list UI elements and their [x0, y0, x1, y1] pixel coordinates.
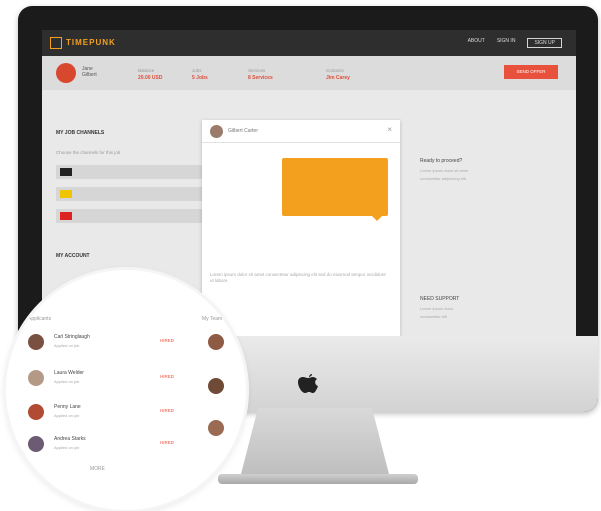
profile-name: Jane Gilbert [82, 66, 97, 78]
hire-tag[interactable]: HIRED [160, 338, 174, 343]
avatar[interactable] [56, 63, 76, 83]
team-avatar[interactable] [208, 420, 224, 436]
applicants-header: Applicants [28, 316, 52, 322]
applicant-name: Penny Lane [54, 404, 81, 410]
right-panel: Ready to proceed? Lorem ipsum dolor sit … [420, 158, 560, 184]
app-name: TIMEPUNK [66, 38, 116, 48]
chat-modal: Gilbert Carter × Lorem ipsum dolor sit a… [202, 120, 400, 336]
imac-stand [240, 408, 390, 478]
close-icon[interactable]: × [387, 125, 392, 134]
applicant-status: Applied on job [54, 343, 80, 348]
applicant-status: Applied on job [54, 379, 80, 384]
chat-header: Gilbert Carter × [202, 120, 400, 143]
nav-signup-button[interactable]: SIGN UP [527, 38, 562, 48]
hire-tag[interactable]: HIRED [160, 408, 174, 413]
team-avatar[interactable] [208, 334, 224, 350]
hire-tag[interactable]: HIRED [160, 440, 174, 445]
stat-contacts: Contacts Jim Carey [326, 68, 350, 81]
proceed-title: Ready to proceed? [420, 158, 463, 164]
nav-links: ABOUT SIGN IN SIGN UP [468, 38, 562, 48]
nav-about[interactable]: ABOUT [468, 38, 485, 48]
team-avatar[interactable] [208, 378, 224, 394]
avatar [28, 370, 44, 386]
logo-icon [50, 37, 62, 49]
adidas-logo-icon [60, 168, 72, 176]
nav-signin[interactable]: SIGN IN [497, 38, 516, 48]
message-bubble [282, 158, 388, 221]
applicant-status: Applied on job [54, 445, 80, 450]
support-title: NEED SUPPORT [420, 296, 460, 302]
more-link[interactable]: MORE [90, 466, 105, 472]
support-line: Lorem ipsum dolor [420, 306, 454, 311]
avatar [28, 404, 44, 420]
avatar [28, 334, 44, 350]
support-panel: NEED SUPPORT Lorem ipsum dolor consectet… [420, 296, 560, 322]
hire-tag[interactable]: HIRED [160, 374, 174, 379]
top-navbar: TIMEPUNK ABOUT SIGN IN SIGN UP [42, 30, 576, 56]
brand-logo-icon [60, 190, 72, 198]
list-item[interactable]: Penny Lane Applied on job HIRED [28, 400, 228, 430]
stat-services: Services 8 Services [248, 68, 273, 81]
apple-logo-icon [298, 374, 318, 393]
send-offer-button[interactable]: SEND OFFER [504, 65, 558, 79]
applicant-name: Laura Welder [54, 370, 84, 376]
stat-balance: Balance 20.00 USD [138, 68, 163, 81]
team-header: My Team [202, 316, 223, 322]
avatar [28, 436, 44, 452]
message-text: Lorem ipsum dolor sit amet consectetur a… [210, 272, 386, 283]
profile-bar: Jane Gilbert Balance 20.00 USD Jobs 5 Jobs … [42, 56, 576, 90]
applicant-name: Andrea Starks [54, 436, 86, 442]
magnified-list: Applicants My Team Carl Stringlaugh Appl… [6, 270, 246, 510]
support-line: consectetur elit [420, 314, 447, 319]
list-item[interactable]: Carl Stringlaugh Applied on job HIRED [28, 330, 228, 360]
list-item[interactable]: Andrea Starks Applied on job HIRED [28, 432, 228, 462]
applicant-name: Carl Stringlaugh [54, 334, 90, 340]
imac-foot [218, 474, 418, 484]
brand-logo-icon [60, 212, 72, 220]
applicant-status: Applied on job [54, 413, 80, 418]
proceed-line: consectetur adipiscing elit [420, 176, 466, 181]
stat-jobs: Jobs 5 Jobs [192, 68, 208, 81]
sender-avatar [210, 125, 223, 138]
sender-name: Gilbert Carter [228, 128, 259, 134]
proceed-line: Lorem ipsum dolor sit amet [420, 168, 469, 173]
list-item[interactable]: Laura Welder Applied on job HIRED [28, 366, 228, 396]
app-logo[interactable]: TIMEPUNK [50, 37, 116, 49]
